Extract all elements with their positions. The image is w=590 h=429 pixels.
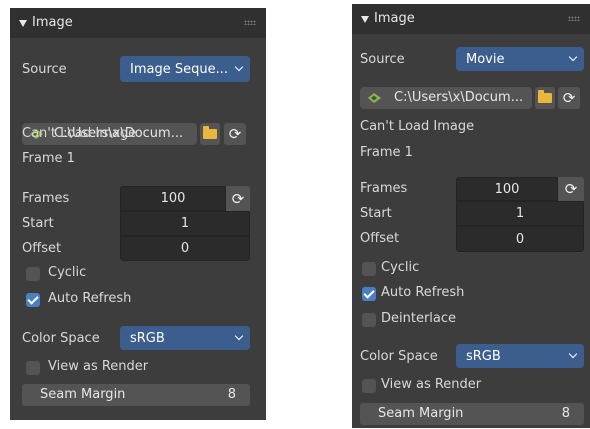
view-as-render-checkbox[interactable] <box>362 379 376 393</box>
color-space-value: sRGB <box>466 348 501 364</box>
folder-icon <box>538 90 552 103</box>
image-panel-right: Image Source Movie C:\Users\x\Docum... ⟳… <box>352 4 590 428</box>
source-label: Source <box>360 52 405 67</box>
refresh-icon: ⟳ <box>231 189 245 208</box>
image-panel-left: Image Source Image Seque... C:\Users\x\D… <box>10 8 266 420</box>
auto-refresh-checkbox[interactable] <box>26 293 40 307</box>
chevron-down-icon <box>234 62 244 72</box>
frame-text: Frame 1 <box>360 145 413 160</box>
folder-icon <box>203 126 217 139</box>
screenshot-stage: Image Source Image Seque... C:\Users\x\D… <box>0 0 590 429</box>
frames-label: Frames <box>360 181 408 196</box>
source-label: Source <box>22 62 67 77</box>
auto-refresh-label: Auto Refresh <box>48 291 132 306</box>
offset-field[interactable]: 0 <box>456 226 584 252</box>
drag-grip-icon[interactable] <box>568 16 580 21</box>
source-dropdown[interactable]: Image Seque... <box>120 56 250 82</box>
source-value: Movie <box>466 51 505 67</box>
seam-margin-label: Seam Margin <box>378 406 464 421</box>
collapse-triangle-icon[interactable] <box>361 16 369 23</box>
frame-text: Frame 1 <box>22 151 75 166</box>
color-space-dropdown[interactable]: sRGB <box>120 326 250 350</box>
filepath-text: C:\Users\x\Docum... <box>394 90 524 105</box>
offset-field[interactable]: 0 <box>120 236 250 261</box>
cyclic-checkbox[interactable] <box>362 262 376 276</box>
frames-field[interactable]: 100 <box>456 177 558 201</box>
refresh-icon: ⟳ <box>562 89 576 107</box>
deinterlace-checkbox[interactable] <box>362 313 376 327</box>
auto-refresh-label: Auto Refresh <box>381 285 465 300</box>
chevron-down-icon <box>234 331 244 341</box>
frames-value: 100 <box>160 191 186 206</box>
collapse-triangle-icon[interactable] <box>19 20 27 27</box>
panel-header[interactable]: Image <box>10 8 266 38</box>
reload-image-button[interactable]: ⟳ <box>558 87 580 109</box>
view-as-render-checkbox[interactable] <box>26 361 40 375</box>
offset-value: 0 <box>515 231 525 247</box>
start-field[interactable]: 1 <box>456 201 584 226</box>
frames-value: 100 <box>494 181 520 197</box>
offset-label: Offset <box>360 231 400 246</box>
deinterlace-label: Deinterlace <box>381 311 457 326</box>
seam-margin-value: 8 <box>561 406 570 421</box>
start-value: 1 <box>515 206 525 221</box>
image-file-icon <box>368 93 381 103</box>
status-text: Can't Load Image <box>360 119 475 134</box>
refresh-icon: ⟳ <box>564 180 578 198</box>
color-space-label: Color Space <box>360 349 438 364</box>
view-as-render-label: View as Render <box>48 359 149 374</box>
reload-image-button[interactable]: ⟳ <box>224 123 246 145</box>
start-label: Start <box>22 216 54 231</box>
match-frames-button[interactable]: ⟳ <box>226 186 250 211</box>
chevron-down-icon <box>568 52 578 62</box>
cyclic-checkbox[interactable] <box>26 267 40 281</box>
filepath-field[interactable]: C:\Users\x\Docum... <box>360 87 532 109</box>
panel-title: Image <box>32 15 73 30</box>
panel-header[interactable]: Image <box>352 4 590 34</box>
start-field[interactable]: 1 <box>120 211 250 236</box>
auto-refresh-checkbox[interactable] <box>362 287 376 301</box>
seam-margin-value: 8 <box>227 387 236 402</box>
match-frames-button[interactable]: ⟳ <box>558 177 584 201</box>
open-folder-button[interactable] <box>535 87 555 109</box>
source-value: Image Seque... <box>130 61 228 77</box>
seam-margin-field[interactable]: Seam Margin 8 <box>22 384 250 406</box>
cyclic-label: Cyclic <box>48 265 87 280</box>
drag-grip-icon[interactable] <box>244 20 256 25</box>
offset-label: Offset <box>22 241 62 256</box>
offset-value: 0 <box>180 241 190 256</box>
status-text: Can't Load Image <box>22 126 137 141</box>
seam-margin-label: Seam Margin <box>40 387 126 402</box>
color-space-value: sRGB <box>130 330 165 346</box>
start-value: 1 <box>180 216 190 231</box>
view-as-render-label: View as Render <box>381 377 482 392</box>
panel-title: Image <box>374 11 415 26</box>
color-space-dropdown[interactable]: sRGB <box>456 344 584 368</box>
color-space-label: Color Space <box>22 331 100 346</box>
source-dropdown[interactable]: Movie <box>456 47 584 71</box>
seam-margin-field[interactable]: Seam Margin 8 <box>360 403 584 425</box>
cyclic-label: Cyclic <box>381 260 420 275</box>
open-folder-button[interactable] <box>200 123 220 145</box>
start-label: Start <box>360 206 392 221</box>
refresh-icon: ⟳ <box>228 125 242 143</box>
frames-field[interactable]: 100 <box>120 186 226 211</box>
chevron-down-icon <box>568 349 578 359</box>
frames-label: Frames <box>22 191 70 206</box>
